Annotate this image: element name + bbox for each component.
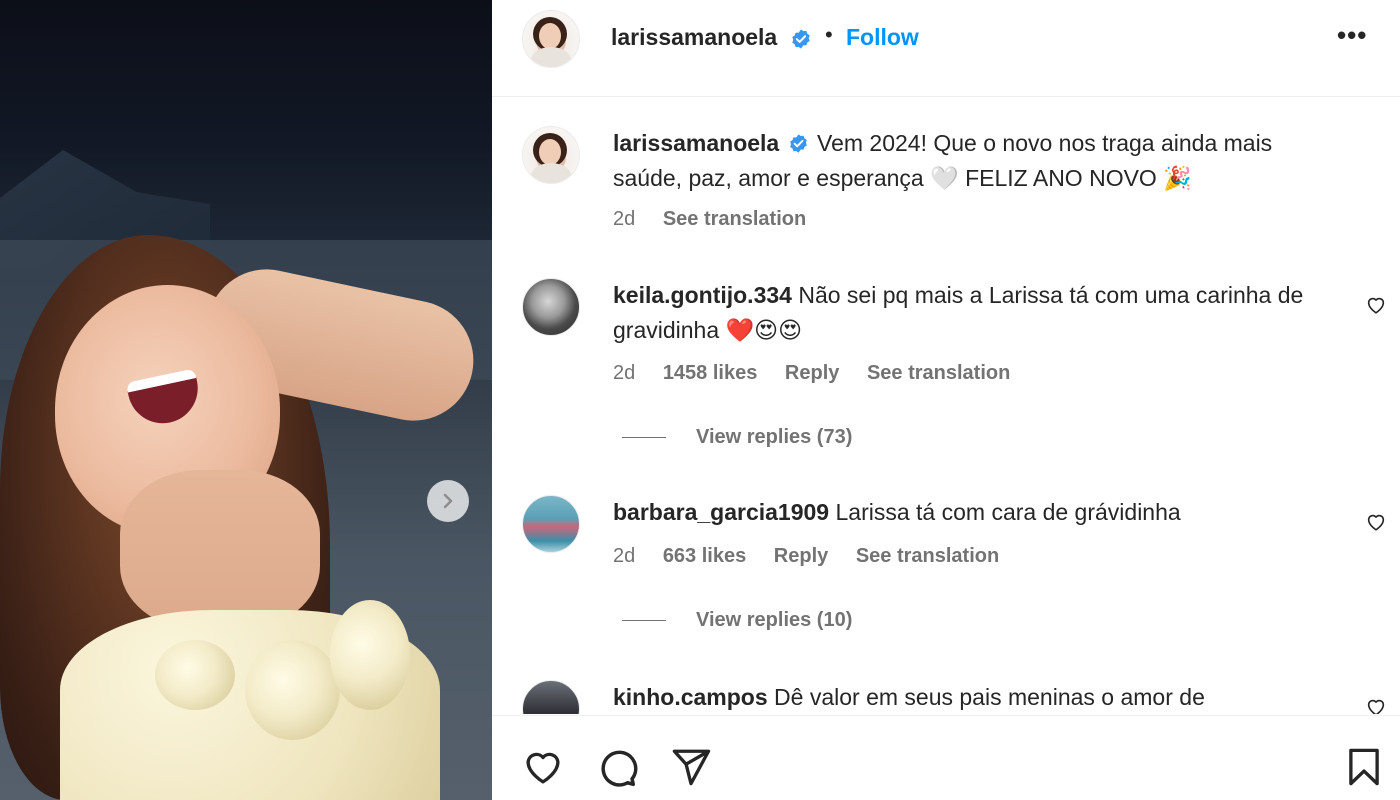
comments-list[interactable]: larissamanoela Vem 2024! Que o novo nos … — [492, 98, 1400, 714]
comment-text-block: keila.gontijo.334 Não sei pq mais a Lari… — [613, 278, 1333, 348]
likes-count[interactable]: 663 likes — [663, 545, 746, 567]
photo-shoulders — [120, 470, 320, 630]
caption-username[interactable]: larissamanoela — [613, 130, 779, 156]
chevron-right-icon — [443, 493, 453, 509]
bookmark-icon[interactable] — [1343, 746, 1385, 788]
reply-button[interactable]: Reply — [774, 545, 828, 567]
comment-meta: 2d 663 likes Reply See translation — [613, 545, 1021, 568]
verified-badge-icon — [789, 134, 807, 153]
likes-count[interactable]: 1458 likes — [663, 362, 758, 384]
more-options-button[interactable]: ••• — [1337, 20, 1367, 51]
avatar[interactable] — [522, 680, 580, 714]
avatar[interactable] — [522, 126, 580, 184]
avatar[interactable] — [522, 495, 580, 553]
comment-age: 2d — [613, 362, 636, 384]
separator-dot: • — [825, 22, 833, 47]
comment-username[interactable]: keila.gontijo.334 — [613, 282, 792, 308]
post-header: larissamanoela • Follow ••• — [492, 0, 1400, 97]
caption-age: 2d — [613, 208, 636, 230]
dress-rose — [155, 640, 235, 710]
heart-icon[interactable] — [1365, 294, 1387, 316]
reply-button[interactable]: Reply — [785, 362, 839, 384]
follow-button[interactable]: Follow — [846, 24, 919, 51]
replies-divider — [622, 620, 666, 622]
view-replies-label: View replies (10) — [696, 609, 853, 631]
send-icon[interactable] — [670, 746, 712, 788]
author-username[interactable]: larissamanoela — [611, 24, 777, 51]
comment-username[interactable]: kinho.campos — [613, 684, 768, 710]
replies-divider — [622, 437, 666, 439]
comment-age: 2d — [613, 545, 636, 567]
caption-text-block: larissamanoela Vem 2024! Que o novo nos … — [613, 126, 1343, 196]
verified-badge-icon — [792, 29, 810, 49]
comment-username[interactable]: barbara_garcia1909 — [613, 499, 829, 525]
dress-rose — [245, 640, 340, 740]
comment-meta: 2d 1458 likes Reply See translation — [613, 362, 1032, 385]
heart-icon[interactable] — [1365, 696, 1387, 714]
avatar[interactable] — [522, 278, 580, 336]
dress-rose — [330, 600, 410, 710]
comment-icon[interactable] — [596, 746, 638, 788]
see-translation-link[interactable]: See translation — [867, 362, 1010, 384]
see-translation-link[interactable]: See translation — [856, 545, 999, 567]
comment-text: Dê valor em seus pais meninas o amor de — [774, 684, 1205, 710]
next-photo-button[interactable] — [427, 480, 469, 522]
instagram-post-view: larissamanoela • Follow ••• larissamanoe… — [0, 0, 1400, 800]
post-action-bar — [492, 715, 1400, 800]
caption-meta: 2d See translation — [613, 208, 828, 231]
view-replies-button[interactable]: View replies (10) — [622, 609, 852, 632]
see-translation-link[interactable]: See translation — [663, 208, 806, 230]
view-replies-label: View replies (73) — [696, 426, 853, 448]
heart-icon[interactable] — [1365, 511, 1387, 533]
view-replies-button[interactable]: View replies (73) — [622, 426, 852, 449]
heart-icon[interactable] — [522, 746, 564, 788]
comment-text: Larissa tá com cara de grávidinha — [835, 499, 1181, 525]
post-side-panel: larissamanoela • Follow ••• larissamanoe… — [492, 0, 1400, 800]
comment-text-block: kinho.campos Dê valor em seus pais menin… — [613, 680, 1343, 714]
post-photo — [0, 0, 492, 800]
avatar[interactable] — [522, 10, 580, 68]
comment-text-block: barbara_garcia1909 Larissa tá com cara d… — [613, 495, 1343, 530]
